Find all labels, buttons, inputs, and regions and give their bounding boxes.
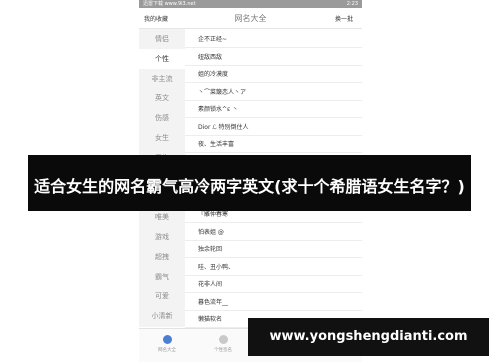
tab-label: 网名大全 xyxy=(158,348,176,353)
list-item[interactable]: 暮色流年__ xyxy=(185,292,362,311)
list-item[interactable]: 姐的冷漠度 xyxy=(185,64,362,83)
list-item[interactable]: 怕表姐 @ xyxy=(185,222,362,241)
refresh-batch-button[interactable]: 换一批 xyxy=(335,14,353,23)
status-time: 2:23 xyxy=(346,1,358,7)
list-item[interactable]: 企不正经~ xyxy=(185,29,362,48)
sidebar-item[interactable]: 小清新 xyxy=(139,306,185,326)
list-item[interactable]: 夜、生活丰富 xyxy=(185,134,362,153)
list-item-label: 暮色流年__ xyxy=(198,298,229,306)
list-item-label: 素颜锁水^ε 丶 xyxy=(198,106,239,113)
list-item-label: 哇、丑小鸭、 xyxy=(198,263,235,271)
tab-item[interactable]: 网名大全 xyxy=(139,335,195,353)
list-item[interactable]: 纽敌西敌 xyxy=(185,47,362,66)
status-carrier: 迅雷下载 www.9i3.net xyxy=(143,1,196,7)
list-item[interactable]: 独余轮回 xyxy=(185,239,362,258)
sidebar-item[interactable]: 超拽 xyxy=(139,247,185,267)
sidebar-item[interactable]: 游戏 xyxy=(139,227,185,247)
status-bar: 迅雷下载 www.9i3.net 2:23 xyxy=(139,0,362,8)
tab-item[interactable]: 个性签名 xyxy=(195,335,251,353)
watermark-text: www.yongshengdianti.com xyxy=(269,329,468,344)
list-item[interactable]: 丶⌒菜簸恋人丶ア xyxy=(185,82,362,101)
tab-label: 个性签名 xyxy=(214,348,232,353)
list-item-label: 丶⌒菜簸恋人丶ア xyxy=(198,88,247,96)
list-item-label: Dior ℒ 特别倒住人 xyxy=(198,123,249,131)
list-item-label: 花非人间 xyxy=(198,281,223,288)
list-item-label: 纽敌西敌 xyxy=(198,53,223,61)
title-banner: 适合女生的网名霸气高冷两字英文(求十个希腊语女生名字？) xyxy=(28,155,471,211)
sidebar-item[interactable]: 伤感 xyxy=(139,108,185,128)
list-item[interactable]: 花非人间 xyxy=(185,274,362,293)
list-item-label: 夜、生活丰富 xyxy=(198,141,235,148)
page-title: 网名大全 xyxy=(234,14,267,23)
pen-icon xyxy=(218,335,228,344)
list-item-label: 企不正经~ xyxy=(198,36,228,43)
list-item[interactable]: Dior ℒ 特别倒住人 xyxy=(185,117,362,136)
banner-text: 适合女生的网名霸气高冷两字英文(求十个希腊语女生名字？) xyxy=(34,177,465,196)
app-header: 我的收藏 网名大全 换一批 xyxy=(139,8,362,29)
list-item-label: 怕表姐 @ xyxy=(198,228,224,236)
sidebar-item[interactable]: 情侣 xyxy=(139,29,185,49)
list-item-label: 姐的冷漠度 xyxy=(198,71,229,78)
sidebar-item[interactable]: 个性 xyxy=(139,48,185,69)
sidebar-item[interactable]: 非主流 xyxy=(139,69,185,89)
sidebar-item[interactable]: 霸气 xyxy=(139,267,185,287)
list-item[interactable]: 素颜锁水^ε 丶 xyxy=(185,99,362,118)
site-watermark: www.yongshengdianti.com xyxy=(248,318,489,356)
list-item[interactable]: 哇、丑小鸭、 xyxy=(185,257,362,276)
sidebar-item[interactable]: 英文 xyxy=(139,88,185,108)
list-item-label: 懒猫软名 xyxy=(198,316,223,323)
sidebar-item[interactable]: 可爱 xyxy=(139,286,185,306)
list-item-label: 独余轮回 xyxy=(198,246,223,253)
sidebar-item[interactable]: 女生 xyxy=(139,128,185,148)
home-icon xyxy=(162,335,172,344)
